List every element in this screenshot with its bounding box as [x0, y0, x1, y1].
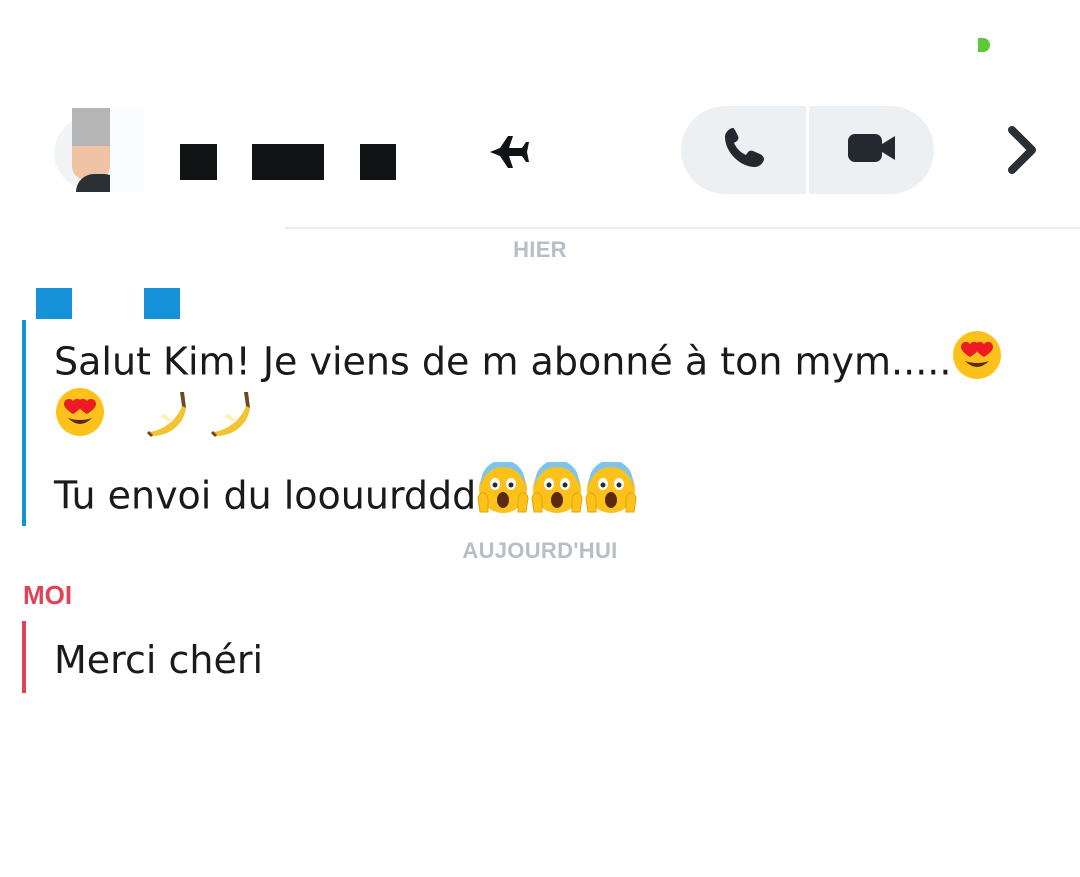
heart-eyes-emoji [54, 386, 106, 450]
heart-eyes-emoji [951, 329, 1003, 393]
call-actions [681, 106, 934, 194]
date-separator-today: AUJOURD'HUI [462, 538, 618, 563]
contact-name-redacted-3[interactable] [360, 144, 396, 180]
video-call-button[interactable] [809, 106, 934, 194]
incoming-message-accent [22, 320, 26, 526]
outgoing-message-text: Merci chéri [54, 638, 264, 682]
video-camera-icon [846, 128, 898, 172]
date-separator-yesterday: HIER [513, 237, 567, 262]
airplane-icon [486, 132, 530, 172]
online-indicator [978, 38, 990, 52]
screaming-face-emoji [476, 460, 530, 528]
screaming-face-emoji [584, 460, 638, 528]
phone-call-button[interactable] [681, 106, 806, 194]
screaming-face-emoji [530, 460, 584, 528]
avatar[interactable] [54, 108, 144, 192]
chevron-right-icon[interactable] [1000, 122, 1044, 178]
chat-screen: HIER Salut Kim! Je viens de m abonné à t… [0, 0, 1080, 877]
incoming-message-line-1: Salut Kim! Je viens de m abonné à ton my… [54, 331, 1003, 393]
chat-header [0, 100, 1080, 200]
phone-icon [720, 124, 768, 176]
banana-emoji [208, 386, 260, 450]
outgoing-message-accent [22, 621, 26, 693]
contact-name-redacted-2[interactable] [252, 144, 324, 180]
incoming-message-line-2 [54, 388, 260, 450]
banana-emoji [144, 386, 196, 450]
contact-name-redacted-1[interactable] [180, 144, 217, 180]
incoming-message-line-3: Tu envoi du loouurddd [54, 460, 638, 528]
sender-label-me: MOI [23, 580, 73, 610]
